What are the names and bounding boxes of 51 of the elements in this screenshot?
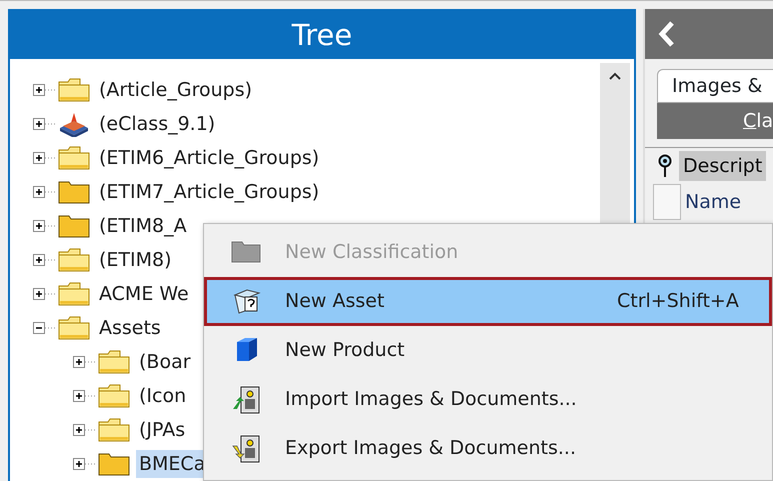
menu-item[interactable]: Import Images & Documents... — [204, 375, 772, 424]
expand-icon[interactable] — [32, 117, 56, 131]
folder-icon — [58, 315, 90, 341]
tab[interactable]: Images & — [657, 69, 773, 103]
folder-icon — [58, 145, 90, 171]
expand-icon[interactable] — [32, 219, 56, 233]
tree-item[interactable]: (Article_Groups) — [96, 76, 256, 104]
scroll-up-icon[interactable] — [608, 71, 622, 81]
tree-item[interactable]: (eClass_9.1) — [96, 110, 218, 138]
panel-title: Tree — [10, 11, 634, 59]
expand-icon[interactable] — [32, 287, 56, 301]
expand-icon[interactable] — [72, 389, 96, 403]
tree-item[interactable]: ACME We — [96, 280, 192, 308]
tree-item[interactable]: (ETIM7_Article_Groups) — [96, 178, 322, 206]
menu-item[interactable]: New Asset Ctrl+Shift+A — [204, 277, 772, 326]
shortcut-text: Ctrl+Shift+A — [617, 289, 739, 314]
tree-item[interactable]: (ETIM8) — [96, 246, 175, 274]
folder-icon — [98, 451, 130, 477]
tree-item[interactable]: (ETIM6_Article_Groups) — [96, 144, 322, 172]
folder-icon — [98, 383, 130, 409]
table-cell-text: Name — [685, 190, 742, 215]
folder-icon — [98, 417, 130, 443]
expand-icon[interactable] — [72, 457, 96, 471]
pin-icon[interactable] — [657, 154, 673, 178]
table-cell — [653, 184, 681, 220]
column-header: Descript — [679, 151, 766, 181]
expand-icon[interactable] — [32, 253, 56, 267]
expand-icon[interactable] — [72, 423, 96, 437]
collapse-icon[interactable] — [32, 321, 56, 335]
expand-icon[interactable] — [32, 185, 56, 199]
menu-item[interactable]: New Product — [204, 326, 772, 375]
tree-item[interactable]: (Boar — [136, 348, 194, 376]
folder-icon — [58, 179, 90, 205]
export-icon — [231, 434, 261, 464]
tree-item[interactable]: (JPAs — [136, 416, 188, 444]
folder-icon — [98, 349, 130, 375]
expand-icon[interactable] — [72, 355, 96, 369]
tree-item[interactable]: (Icon — [136, 382, 190, 410]
tree-item[interactable]: Assets — [96, 314, 164, 342]
import-icon — [231, 384, 261, 414]
expand-icon[interactable] — [32, 83, 56, 97]
folder-icon — [58, 247, 90, 273]
folder-icon — [58, 77, 90, 103]
folder-icon — [58, 213, 90, 239]
back-icon[interactable] — [657, 20, 677, 48]
tree-item[interactable]: (ETIM8_A — [96, 212, 190, 240]
document-icon — [231, 286, 261, 316]
expand-icon[interactable] — [32, 151, 56, 165]
folder-icon — [58, 281, 90, 307]
tab[interactable]: Cla — [657, 103, 773, 139]
layered-pyramid-icon — [58, 111, 90, 137]
